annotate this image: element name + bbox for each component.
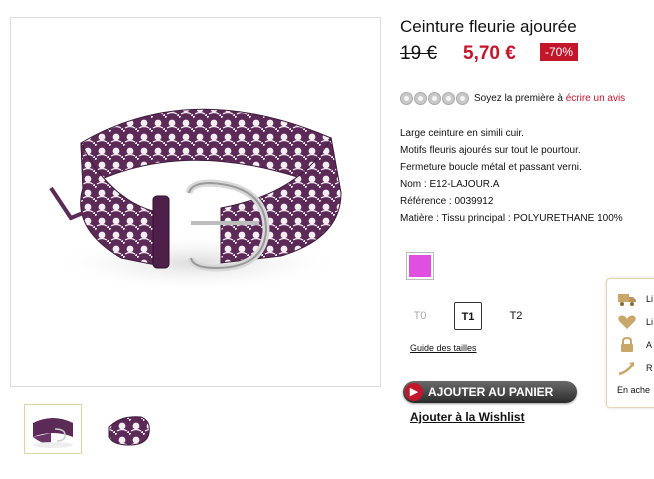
services-panel: Li Li A R En ache xyxy=(606,278,654,408)
size-option-t0: T0 xyxy=(413,310,427,322)
return-arrow-icon xyxy=(618,362,634,376)
star-icon xyxy=(456,91,469,105)
service-row-delivery[interactable]: Li xyxy=(617,289,653,309)
add-to-cart-button[interactable]: ▶ AJOUTER AU PANIER xyxy=(403,381,577,403)
color-swatch-fill xyxy=(409,255,431,277)
service-text: Li xyxy=(646,294,654,304)
discount-badge: -70% xyxy=(540,43,579,61)
lock-icon xyxy=(621,337,633,352)
service-row-favorite[interactable]: Li xyxy=(617,312,653,332)
product-description: Large ceinture en simili cuir. Motifs fl… xyxy=(400,125,623,227)
thumbnail-back[interactable] xyxy=(100,404,158,454)
product-title: Ceinture fleurie ajourée xyxy=(400,17,577,36)
services-footer: En ache xyxy=(617,385,651,395)
product-name-line: Nom : E12-LAJOUR.A xyxy=(400,179,500,190)
product-main-image[interactable] xyxy=(10,17,381,387)
heart-icon xyxy=(618,315,636,329)
description-line: Motifs fleuris ajourés sur tout le pourt… xyxy=(400,145,581,156)
rating-stars xyxy=(400,91,469,105)
size-option-t2[interactable]: T2 xyxy=(502,302,530,330)
truck-icon xyxy=(618,294,636,306)
old-price: 19 € xyxy=(400,43,437,64)
service-text: Li xyxy=(646,317,654,327)
size-guide-link[interactable]: Guide des tailles xyxy=(410,343,477,353)
service-text: R xyxy=(646,363,653,373)
service-text: A xyxy=(646,340,653,350)
add-to-wishlist-link[interactable]: Ajouter à la Wishlist xyxy=(410,410,525,424)
service-row-returns[interactable]: R xyxy=(617,358,653,378)
description-line: Fermeture boucle métal et passant verni. xyxy=(400,162,582,173)
rating-prompt-text: Soyez la première à xyxy=(474,92,563,104)
thumbnail-belt-image xyxy=(25,405,81,453)
size-option-t1[interactable]: T1 xyxy=(454,302,482,330)
write-review-link[interactable]: écrire un avis xyxy=(566,93,625,104)
rating-prompt: Soyez la première à écrire un avis xyxy=(474,93,625,104)
product-material-line: Matière : Tissu principal : POLYURETHANE… xyxy=(400,213,623,224)
rating-row: Soyez la première à écrire un avis xyxy=(400,91,625,105)
thumbnail-belt-image xyxy=(101,405,157,453)
add-to-cart-label: AJOUTER AU PANIER xyxy=(428,385,554,399)
belt-illustration xyxy=(47,108,347,293)
description-line: Large ceinture en simili cuir. xyxy=(400,128,524,139)
product-reference-line: Référence : 0039912 xyxy=(400,196,494,207)
star-icon xyxy=(428,91,441,105)
sale-price: 5,70 € xyxy=(463,43,516,64)
star-icon xyxy=(414,91,427,105)
star-icon xyxy=(400,91,413,105)
service-row-secure[interactable]: A xyxy=(617,335,652,355)
arrow-right-icon: ▶ xyxy=(405,383,423,401)
color-swatch[interactable] xyxy=(406,252,434,280)
thumbnail-front[interactable] xyxy=(24,404,82,454)
star-icon xyxy=(442,91,455,105)
